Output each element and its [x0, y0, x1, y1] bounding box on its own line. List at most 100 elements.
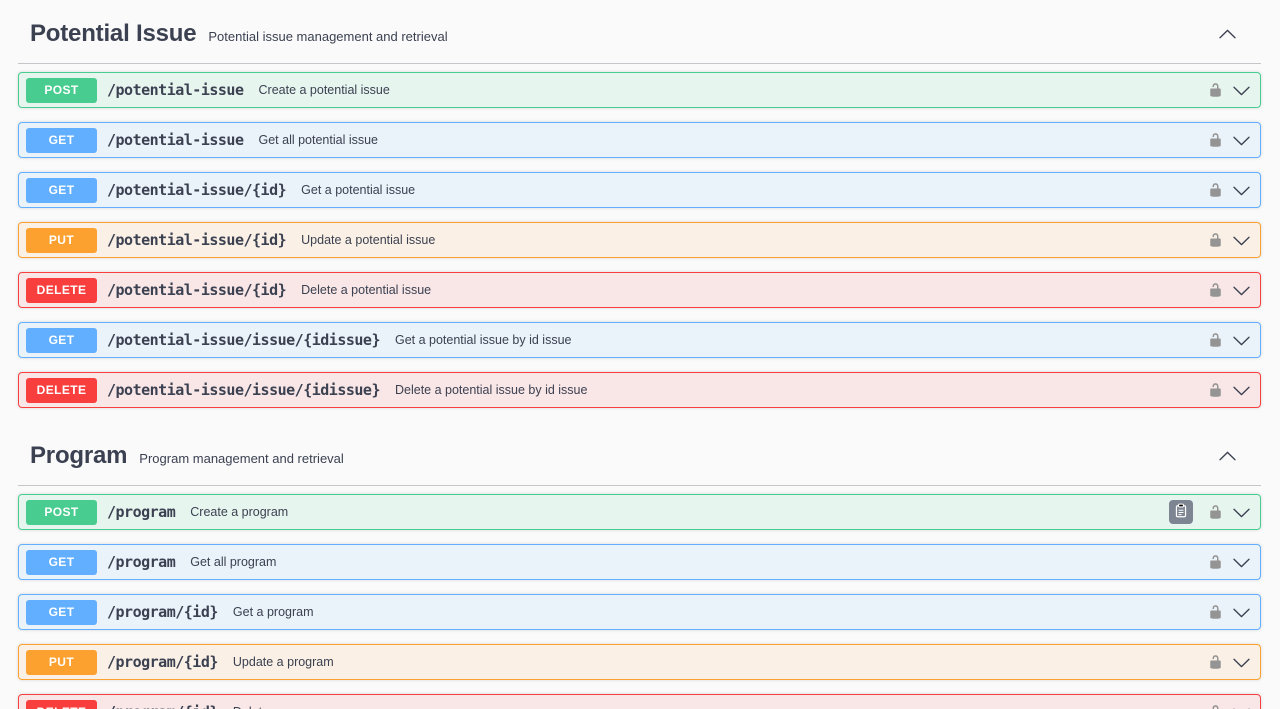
section-description: Potential issue management and retrieval: [208, 29, 447, 44]
authorize-button[interactable]: [1208, 131, 1223, 149]
authorize-button[interactable]: [1208, 653, 1223, 671]
section-collapse-button[interactable]: [1218, 446, 1237, 466]
row-actions: [1208, 131, 1251, 150]
expand-operation-button[interactable]: [1232, 503, 1251, 522]
expand-operation-button[interactable]: [1232, 703, 1251, 709]
method-badge: DELETE: [26, 278, 97, 303]
method-badge: POST: [26, 78, 97, 103]
tag-section-header[interactable]: Potential Issue Potential issue manageme…: [18, 0, 1261, 64]
operation-row[interactable]: GET /program Get all program: [18, 544, 1261, 580]
authorize-button[interactable]: [1208, 603, 1223, 621]
row-actions: [1208, 331, 1251, 350]
operation-row[interactable]: POST /potential-issue Create a potential…: [18, 72, 1261, 108]
expand-operation-button[interactable]: [1232, 231, 1251, 250]
endpoint-path: /potential-issue: [107, 81, 244, 99]
chevron-down-icon: [1232, 281, 1251, 300]
chevron-down-icon: [1232, 603, 1251, 622]
unlocked-padlock-icon: [1208, 281, 1223, 299]
endpoint-path: /potential-issue: [107, 131, 244, 149]
authorize-button[interactable]: [1208, 503, 1223, 521]
chevron-down-icon: [1232, 381, 1251, 400]
authorize-button[interactable]: [1208, 553, 1223, 571]
endpoint-summary: Update a program: [233, 655, 334, 669]
operation-row[interactable]: GET /potential-issue/issue/{idissue} Get…: [18, 322, 1261, 358]
operations: POST /potential-issue Create a potential…: [18, 64, 1261, 408]
endpoint-path: /program/{id}: [107, 653, 218, 671]
row-actions: [1208, 181, 1251, 200]
chevron-down-icon: [1232, 331, 1251, 350]
endpoint-path: /program: [107, 553, 175, 571]
operation-row[interactable]: PUT /program/{id} Update a program: [18, 644, 1261, 680]
method-badge: POST: [26, 500, 97, 525]
authorize-button[interactable]: [1208, 703, 1223, 709]
copy-clipboard-button[interactable]: [1169, 500, 1193, 524]
endpoint-path: /potential-issue/{id}: [107, 181, 286, 199]
expand-operation-button[interactable]: [1232, 603, 1251, 622]
tag-section-header[interactable]: Program Program management and retrieval: [18, 422, 1261, 486]
unlocked-padlock-icon: [1208, 181, 1223, 199]
expand-operation-button[interactable]: [1232, 553, 1251, 572]
expand-operation-button[interactable]: [1232, 181, 1251, 200]
endpoint-summary: Get a potential issue by id issue: [395, 333, 572, 347]
method-badge: GET: [26, 128, 97, 153]
expand-operation-button[interactable]: [1232, 131, 1251, 150]
row-actions: [1208, 603, 1251, 622]
expand-operation-button[interactable]: [1232, 381, 1251, 400]
unlocked-padlock-icon: [1208, 231, 1223, 249]
endpoint-path: /program/{id}: [107, 603, 218, 621]
chevron-down-icon: [1232, 131, 1251, 150]
authorize-button[interactable]: [1208, 81, 1223, 99]
endpoint-summary: Get all potential issue: [259, 133, 379, 147]
authorize-button[interactable]: [1208, 381, 1223, 399]
section-collapse-button[interactable]: [1218, 24, 1237, 44]
authorize-button[interactable]: [1208, 281, 1223, 299]
expand-operation-button[interactable]: [1232, 281, 1251, 300]
operation-row[interactable]: PUT /potential-issue/{id} Update a poten…: [18, 222, 1261, 258]
authorize-button[interactable]: [1208, 181, 1223, 199]
tag-section: Potential Issue Potential issue manageme…: [18, 0, 1261, 408]
endpoint-summary: Delete a potential issue: [301, 283, 431, 297]
authorize-button[interactable]: [1208, 231, 1223, 249]
operation-row[interactable]: GET /potential-issue/{id} Get a potentia…: [18, 172, 1261, 208]
method-badge: GET: [26, 178, 97, 203]
endpoint-path: /potential-issue/{id}: [107, 231, 286, 249]
row-actions: [1208, 553, 1251, 572]
chevron-down-icon: [1232, 81, 1251, 100]
endpoint-path: /potential-issue/issue/{idissue}: [107, 381, 380, 399]
endpoint-summary: Delete a program: [233, 705, 330, 709]
chevron-up-icon: [1218, 25, 1237, 44]
chevron-down-icon: [1232, 231, 1251, 250]
unlocked-padlock-icon: [1208, 653, 1223, 671]
operation-row[interactable]: GET /program/{id} Get a program: [18, 594, 1261, 630]
endpoint-summary: Get all program: [190, 555, 276, 569]
operation-row[interactable]: POST /program Create a program: [18, 494, 1261, 530]
unlocked-padlock-icon: [1208, 553, 1223, 571]
unlocked-padlock-icon: [1208, 81, 1223, 99]
endpoint-path: /program: [107, 503, 175, 521]
method-badge: GET: [26, 600, 97, 625]
unlocked-padlock-icon: [1208, 603, 1223, 621]
endpoint-path: /potential-issue/{id}: [107, 281, 286, 299]
endpoint-summary: Update a potential issue: [301, 233, 435, 247]
chevron-down-icon: [1232, 553, 1251, 572]
expand-operation-button[interactable]: [1232, 653, 1251, 672]
section-description: Program management and retrieval: [139, 451, 344, 466]
operation-row[interactable]: DELETE /potential-issue/{id} Delete a po…: [18, 272, 1261, 308]
row-actions: [1208, 381, 1251, 400]
unlocked-padlock-icon: [1208, 703, 1223, 709]
authorize-button[interactable]: [1208, 331, 1223, 349]
unlocked-padlock-icon: [1208, 381, 1223, 399]
endpoint-path: /program/{id}: [107, 703, 218, 709]
expand-operation-button[interactable]: [1232, 81, 1251, 100]
method-badge: DELETE: [26, 378, 97, 403]
operation-row[interactable]: DELETE /program/{id} Delete a program: [18, 694, 1261, 709]
endpoint-summary: Create a program: [190, 505, 288, 519]
row-actions: [1169, 500, 1251, 524]
expand-operation-button[interactable]: [1232, 331, 1251, 350]
section-title: Potential Issue: [30, 20, 196, 48]
chevron-down-icon: [1232, 703, 1251, 709]
operation-row[interactable]: GET /potential-issue Get all potential i…: [18, 122, 1261, 158]
endpoint-summary: Get a potential issue: [301, 183, 415, 197]
endpoint-summary: Get a program: [233, 605, 314, 619]
operation-row[interactable]: DELETE /potential-issue/issue/{idissue} …: [18, 372, 1261, 408]
